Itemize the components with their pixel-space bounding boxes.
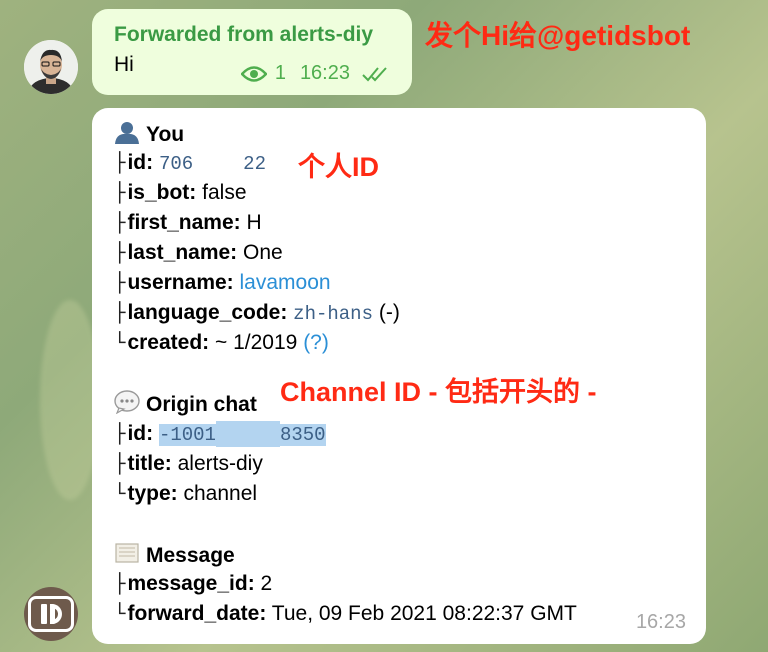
you-id-row: ├id: 706 22 [114, 151, 266, 175]
you-language-row: ├language_code: zh-hans (-) [114, 301, 400, 325]
forwarded-from-header[interactable]: Forwarded from alerts-diy [114, 23, 390, 47]
user-silhouette-icon [115, 122, 139, 144]
language-code-label: language_code: [127, 301, 288, 324]
created-help-link[interactable]: (?) [303, 331, 329, 354]
you-is-bot-row: ├is_bot: false [114, 181, 247, 204]
message-id-value: 2 [260, 572, 273, 595]
is-bot-value: false [202, 181, 247, 204]
scroll-icon [115, 543, 139, 563]
background-blob [40, 300, 100, 500]
you-created-row: └created: ~ 1/2019 (?) [114, 331, 329, 354]
section-origin-chat-header: Origin chat [114, 390, 257, 418]
origin-id-part-a[interactable]: -1001 [158, 424, 216, 446]
language-code-suffix: (-) [378, 301, 400, 324]
section-message-title: Message [146, 544, 235, 567]
forward-date-row: └forward_date: Tue, 09 Feb 2021 08:22:37… [114, 602, 577, 625]
user-photo-icon [24, 40, 78, 94]
forwarded-message-bubble[interactable]: Forwarded from alerts-diy Hi 1 16:23 [92, 9, 412, 95]
id-logo-icon [28, 596, 74, 632]
views-count: 1 [274, 62, 286, 84]
views-eye-icon [240, 65, 267, 82]
origin-id-part-b[interactable]: 8350 [279, 424, 326, 446]
user-avatar[interactable] [24, 40, 78, 94]
message-meta: 1 16:23 [240, 62, 392, 85]
section-you-header: You [114, 120, 184, 148]
origin-type-row: └type: channel [114, 482, 258, 505]
annotation-send-hi: 发个Hi给@getidsbot [425, 20, 691, 51]
section-message-header: Message [114, 541, 235, 569]
you-last-name-row: ├last_name: One [114, 241, 283, 264]
last-name-value: One [243, 241, 283, 264]
forward-date-label: forward_date: [127, 602, 267, 625]
origin-type-value: channel [183, 482, 258, 505]
last-name-label: last_name: [127, 241, 238, 264]
origin-type-label: type: [127, 482, 178, 505]
origin-id-label: id: [127, 422, 154, 445]
origin-title-label: title: [127, 452, 172, 475]
section-you-title: You [146, 123, 185, 146]
message-time: 16:23 [299, 62, 350, 84]
bot-avatar[interactable] [24, 587, 78, 641]
created-label: created: [127, 331, 210, 354]
forward-date-value: Tue, 09 Feb 2021 08:22:37 GMT [271, 602, 577, 625]
username-label: username: [127, 271, 234, 294]
annotation-personal-id: 个人ID [298, 152, 379, 182]
username-link[interactable]: lavamoon [240, 271, 331, 294]
response-time: 16:23 [635, 611, 686, 633]
origin-title-value: alerts-diy [177, 452, 263, 475]
you-id-part-a[interactable]: 706 [159, 153, 193, 175]
origin-id-row: ├id: -1001​8350 [114, 421, 326, 447]
first-name-value: H [246, 211, 262, 234]
speech-bubble-icon [114, 390, 140, 414]
origin-title-row: ├title: alerts-diy [114, 452, 263, 475]
first-name-label: first_name: [127, 211, 241, 234]
you-first-name-row: ├first_name: H [114, 211, 262, 234]
message-id-row: ├message_id: 2 [114, 572, 273, 595]
double-check-icon [362, 66, 387, 81]
language-code-value[interactable]: zh-hans [293, 303, 373, 325]
created-value: ~ 1/2019 [215, 331, 298, 354]
you-id-label: id: [127, 151, 154, 174]
you-id-part-b[interactable]: 22 [243, 153, 266, 175]
message-id-label: message_id: [127, 572, 255, 595]
annotation-channel-id: Channel ID - 包括开头的 - [280, 377, 597, 407]
is-bot-label: is_bot: [127, 181, 197, 204]
section-origin-chat-title: Origin chat [146, 393, 257, 416]
you-username-row: ├username: lavamoon [114, 271, 331, 294]
